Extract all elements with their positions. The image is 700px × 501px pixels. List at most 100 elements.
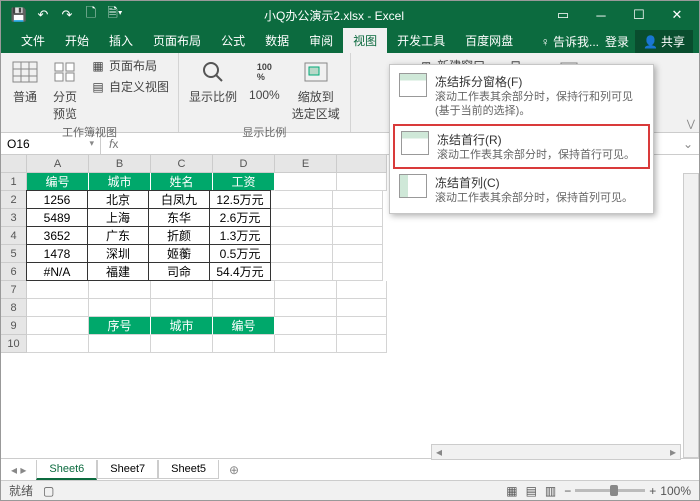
tab-review[interactable]: 审阅 — [299, 28, 343, 53]
close-icon[interactable]: ✕ — [659, 3, 695, 27]
cell[interactable]: 序号 — [89, 317, 151, 335]
row-header[interactable]: 4 — [1, 227, 27, 245]
cell[interactable]: 北京 — [87, 190, 149, 209]
zoom-button[interactable]: 显示比例 — [185, 56, 241, 107]
qat-item-icon[interactable]: 🗎▾ — [107, 7, 123, 23]
tab-layout[interactable]: 页面布局 — [143, 28, 211, 53]
cell[interactable]: 2.6万元 — [209, 208, 271, 227]
cell[interactable]: 1.3万元 — [209, 226, 271, 245]
row-header[interactable]: 2 — [1, 191, 27, 209]
cell[interactable]: 折颜 — [148, 226, 210, 245]
page-break-button[interactable]: 分页 预览 — [47, 56, 83, 124]
zoom-control[interactable]: − + 100% — [564, 484, 691, 498]
zoom-selection-button[interactable]: 缩放到 选定区域 — [288, 56, 344, 124]
vertical-scrollbar[interactable] — [683, 173, 699, 458]
cell[interactable]: 3652 — [26, 226, 88, 245]
col-header[interactable]: A — [27, 155, 89, 173]
zoom-in-icon[interactable]: + — [649, 484, 656, 498]
select-all-corner[interactable] — [1, 155, 27, 173]
maximize-icon[interactable]: ☐ — [621, 3, 657, 27]
tab-data[interactable]: 数据 — [255, 28, 299, 53]
freeze-first-col-item[interactable]: 冻结首列(C)滚动工作表其余部分时，保持首列可见。 — [393, 169, 650, 210]
view-normal-icon[interactable]: ▦ — [506, 484, 517, 498]
tab-home[interactable]: 开始 — [55, 28, 99, 53]
tab-view[interactable]: 视图 — [343, 28, 387, 53]
custom-view-icon: ▤ — [90, 79, 106, 95]
sheet-tab[interactable]: Sheet5 — [158, 460, 219, 479]
macro-record-icon[interactable]: ▢ — [43, 484, 54, 498]
page-layout-button[interactable]: ▦页面布局 — [87, 56, 172, 75]
cell[interactable]: #N/A — [26, 262, 88, 281]
cell[interactable]: 5489 — [26, 208, 88, 227]
row-header[interactable]: 3 — [1, 209, 27, 227]
redo-icon[interactable]: ↷ — [59, 7, 75, 23]
title-bar: 💾 ↶ ↷ 🗋 🗎▾ 小Q办公演示2.xlsx - Excel ▭ ─ ☐ ✕ — [1, 1, 699, 29]
cell[interactable]: 编号 — [213, 317, 275, 335]
row-header[interactable]: 9 — [1, 317, 27, 335]
minimize-icon[interactable]: ─ — [583, 3, 619, 27]
sheet-tab[interactable]: Sheet6 — [36, 460, 97, 480]
collapse-ribbon-icon[interactable]: ⋁ — [687, 119, 695, 130]
cell[interactable]: 城市 — [151, 317, 213, 335]
tab-baidu[interactable]: 百度网盘 — [455, 28, 523, 53]
cell[interactable] — [275, 173, 337, 191]
cell[interactable]: 城市 — [89, 173, 151, 191]
cell[interactable]: 司命 — [148, 262, 210, 281]
qat-item-icon[interactable]: 🗋 — [83, 7, 99, 23]
col-header[interactable]: C — [151, 155, 213, 173]
login-button[interactable]: 登录 — [605, 33, 629, 50]
row-header[interactable]: 1 — [1, 173, 27, 191]
row-header[interactable]: 8 — [1, 299, 27, 317]
row-header[interactable]: 5 — [1, 245, 27, 263]
tab-file[interactable]: 文件 — [11, 28, 55, 53]
share-icon: 👤 — [643, 35, 658, 49]
cell[interactable]: 福建 — [87, 262, 149, 281]
custom-view-button[interactable]: ▤自定义视图 — [87, 77, 172, 96]
cell[interactable]: 1478 — [26, 244, 88, 263]
normal-view-button[interactable]: 普通 — [7, 56, 43, 107]
zoom-out-icon[interactable]: − — [564, 484, 571, 498]
grid-icon — [11, 58, 39, 86]
col-header[interactable]: E — [275, 155, 337, 173]
row-header[interactable]: 6 — [1, 263, 27, 281]
share-button[interactable]: 👤共享 — [635, 30, 693, 53]
row-header[interactable]: 7 — [1, 281, 27, 299]
zoom-slider[interactable] — [575, 489, 645, 492]
cell[interactable]: 上海 — [87, 208, 149, 227]
expand-bar-icon[interactable]: ⌄ — [677, 137, 699, 151]
tab-formula[interactable]: 公式 — [211, 28, 255, 53]
ribbon-options-icon[interactable]: ▭ — [545, 3, 581, 27]
cell[interactable]: 1256 — [26, 190, 88, 209]
view-layout-icon[interactable]: ▤ — [526, 484, 537, 498]
col-header[interactable]: B — [89, 155, 151, 173]
freeze-top-row-item[interactable]: 冻结首行(R)滚动工作表其余部分时，保持首行可见。 — [393, 124, 650, 169]
cell[interactable]: 东华 — [148, 208, 210, 227]
cell[interactable]: 54.4万元 — [209, 262, 271, 281]
cell[interactable]: 编号 — [27, 173, 89, 191]
cell[interactable]: 姓名 — [151, 173, 213, 191]
cell[interactable]: 白凤九 — [148, 190, 210, 209]
cell[interactable]: 深圳 — [87, 244, 149, 263]
cell[interactable] — [337, 173, 387, 191]
sheet-tab[interactable]: Sheet7 — [97, 460, 158, 479]
cell[interactable]: 广东 — [87, 226, 149, 245]
row-header[interactable]: 10 — [1, 335, 27, 353]
cell[interactable]: 姬蘅 — [148, 244, 210, 263]
tab-dev[interactable]: 开发工具 — [387, 28, 455, 53]
col-header[interactable]: D — [213, 155, 275, 173]
zoom-level[interactable]: 100% — [660, 484, 691, 498]
cell[interactable]: 12.5万元 — [209, 190, 271, 209]
zoom-100-button[interactable]: 100%100% — [245, 56, 284, 104]
view-break-icon[interactable]: ▥ — [545, 484, 556, 498]
sheet-nav[interactable]: ◂ ▸ — [11, 463, 36, 477]
cell[interactable]: 0.5万元 — [209, 244, 271, 263]
tab-insert[interactable]: 插入 — [99, 28, 143, 53]
cell[interactable]: 工资 — [213, 173, 275, 191]
save-icon[interactable]: 💾 — [11, 7, 27, 23]
add-sheet-button[interactable]: ⊕ — [219, 463, 249, 477]
col-header[interactable] — [337, 155, 387, 173]
undo-icon[interactable]: ↶ — [35, 7, 51, 23]
horizontal-scrollbar[interactable]: ◂▸ — [431, 444, 681, 460]
tell-me[interactable]: ♀ 告诉我... — [541, 33, 599, 50]
freeze-panes-item[interactable]: 冻结拆分窗格(F)滚动工作表其余部分时，保持行和列可见(基于当前的选择)。 — [393, 68, 650, 124]
